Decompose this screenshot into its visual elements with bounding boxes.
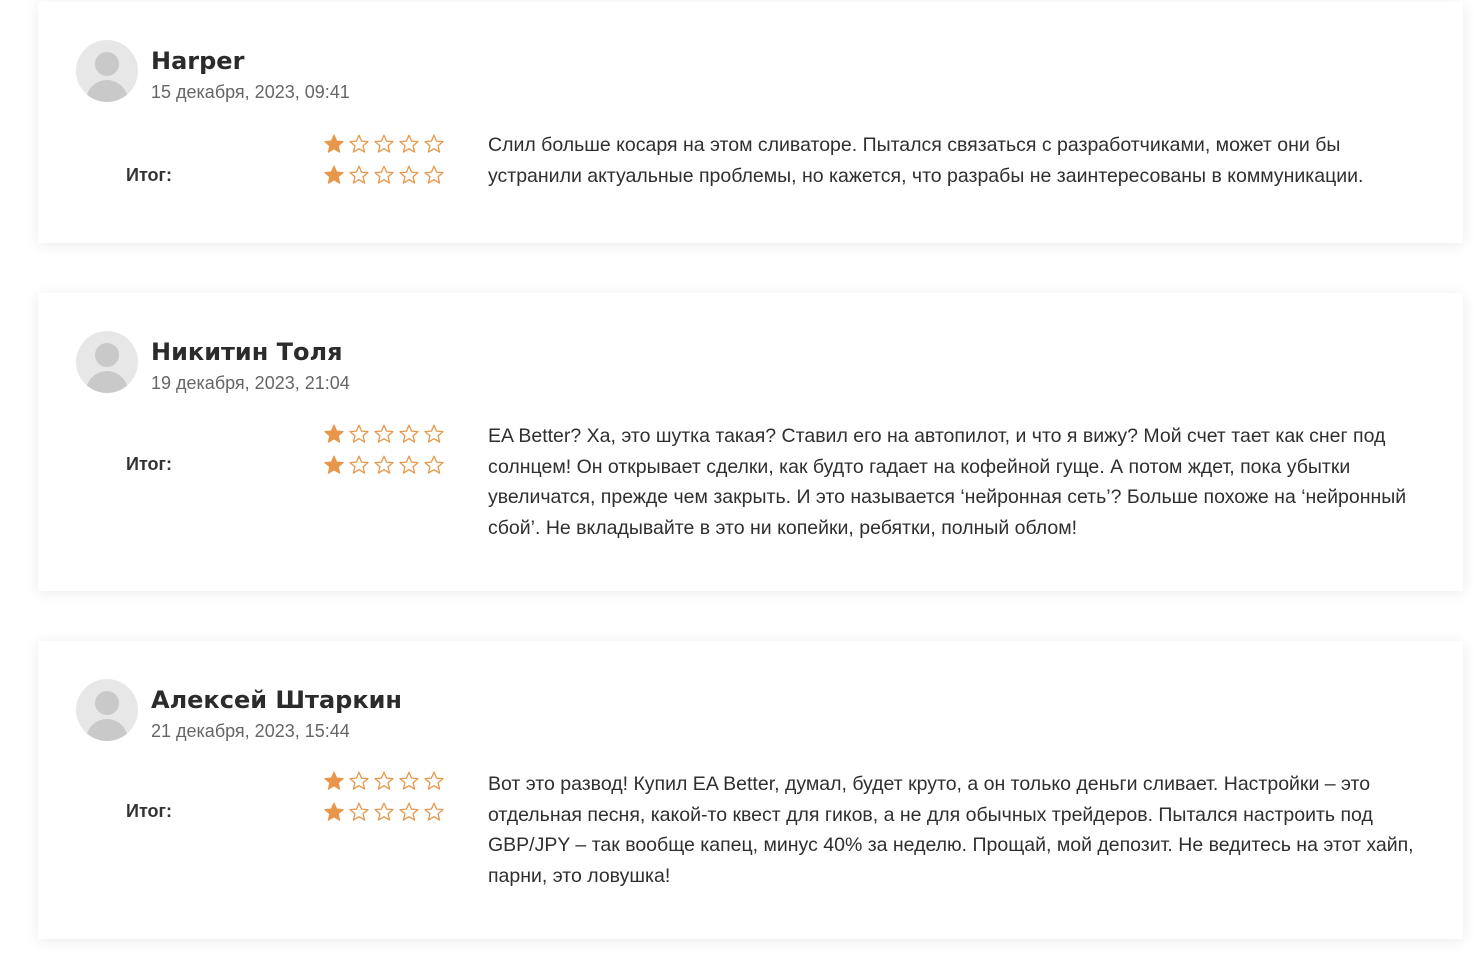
avatar-head-icon [95,691,119,715]
star-empty-icon [424,802,444,821]
review-author: Алексей Штаркин [151,686,403,714]
star-empty-icon [424,771,444,790]
star-filled-icon [324,771,344,790]
review-text: Вот это развод! Купил EA Better, думал, … [488,773,1414,887]
rating-label: Итог: [126,801,173,821]
avatar-body-icon [86,719,128,741]
star-empty-icon [349,802,369,821]
star-empty-icon [424,455,444,474]
avatar-body-icon [86,371,128,393]
star-empty-icon [374,802,394,821]
star-empty-icon [349,424,369,443]
review-card: Алексей Штаркин 21 декабря, 2023, 15:44 … [38,641,1463,939]
avatar [76,679,138,741]
star-filled-icon [324,802,344,821]
star-rating-row [324,455,444,475]
star-rating-row [324,802,444,822]
review-author: Никитин Толя [151,338,343,366]
star-empty-icon [349,771,369,790]
avatar [76,331,138,393]
star-filled-icon [324,134,344,153]
star-rating-row [324,424,444,444]
review-card: Harper 15 декабря, 2023, 09:41 Итог: Сли… [38,2,1463,243]
review-card: Никитин Толя 19 декабря, 2023, 21:04 Ито… [38,293,1463,591]
star-empty-icon [374,134,394,153]
rating-label: Итог: [126,454,173,474]
review-text: EA Better? Ха, это шутка такая? Ставил е… [488,425,1407,539]
star-empty-icon [399,771,419,790]
star-empty-icon [374,424,394,443]
star-filled-icon [324,424,344,443]
star-rating-row [324,134,444,154]
star-empty-icon [374,771,394,790]
avatar-head-icon [95,343,119,367]
star-filled-icon [324,455,344,474]
star-empty-icon [399,134,419,153]
star-filled-icon [324,165,344,184]
review-date: 19 декабря, 2023, 21:04 [151,373,350,393]
star-empty-icon [349,134,369,153]
star-empty-icon [424,134,444,153]
star-empty-icon [349,165,369,184]
star-rating-row [324,165,444,185]
review-date: 15 декабря, 2023, 09:41 [151,82,350,102]
avatar-head-icon [95,52,119,76]
star-empty-icon [399,165,419,184]
avatar [76,40,138,102]
star-rating-row [324,771,444,791]
star-empty-icon [424,424,444,443]
star-empty-icon [399,424,419,443]
rating-label: Итог: [126,165,173,185]
star-empty-icon [374,455,394,474]
star-empty-icon [399,455,419,474]
star-empty-icon [424,165,444,184]
star-empty-icon [349,455,369,474]
review-date: 21 декабря, 2023, 15:44 [151,721,350,741]
review-author: Harper [151,47,245,75]
star-empty-icon [399,802,419,821]
reviews-list: Harper 15 декабря, 2023, 09:41 Итог: Сли… [0,0,1479,954]
avatar-body-icon [86,80,128,102]
review-text: Слил больше косаря на этом сливаторе. Пы… [488,134,1364,187]
star-empty-icon [374,165,394,184]
